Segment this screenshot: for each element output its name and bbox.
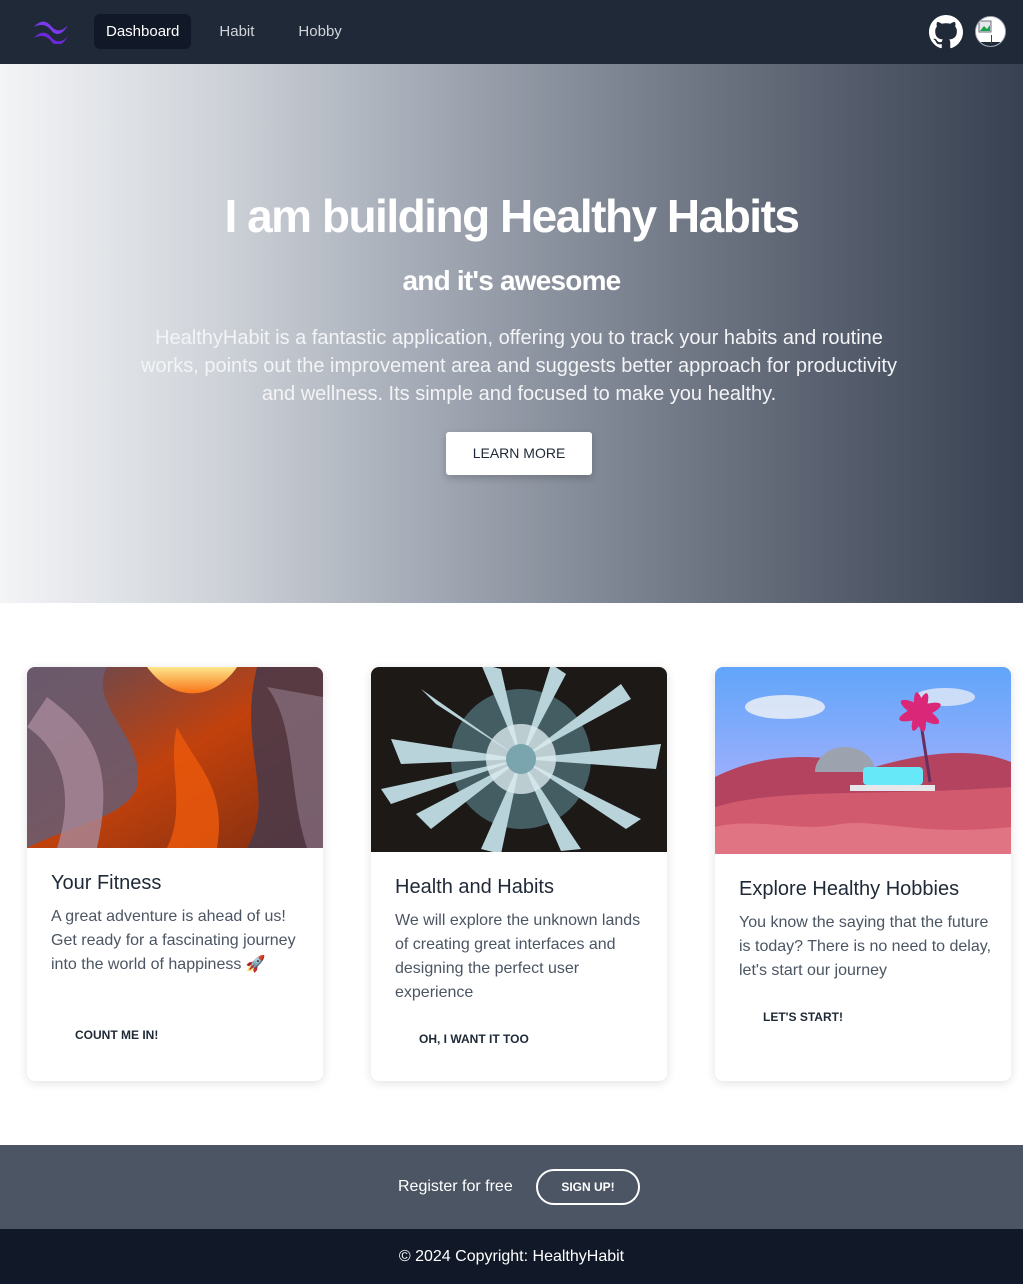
card-text: We will explore the unknown lands of cre…: [395, 912, 641, 1001]
hero-subtitle: and it's awesome: [402, 265, 622, 296]
logo-icon[interactable]: [32, 18, 70, 44]
hero-description: HealthyHabit is a fantastic application,…: [141, 327, 897, 405]
nav-link-habit[interactable]: Habit: [203, 14, 270, 49]
card-your-fitness: Your Fitness A great adventure is ahead …: [27, 667, 323, 1081]
copyright-bar: © 2024 Copyright: HealthyHabit: [0, 1229, 1023, 1284]
abstract-burst-image: [371, 667, 667, 852]
sign-up-button[interactable]: SIGN UP!: [536, 1169, 640, 1205]
oh-i-want-it-too-button[interactable]: OH, I WANT IT TOO: [395, 1023, 553, 1055]
count-me-in-button[interactable]: COUNT ME IN!: [51, 1019, 182, 1051]
avatar-placeholder-icon: [976, 17, 1005, 46]
card-title: Explore Healthy Hobbies: [739, 878, 960, 900]
hero-title: I am building Healthy Habits: [224, 190, 800, 242]
github-icon[interactable]: [929, 15, 963, 49]
canyon-image: [27, 667, 323, 848]
card-text: You know the saying that the future is t…: [739, 914, 992, 979]
lets-start-button[interactable]: LET'S START!: [739, 1001, 867, 1033]
card-text: A great adventure is ahead of us! Get re…: [51, 908, 296, 973]
card-explore-healthy-hobbies: Explore Healthy Hobbies You know the say…: [715, 667, 1011, 1081]
palm-landscape-image: [715, 667, 1011, 854]
nav-link-dashboard[interactable]: Dashboard: [94, 14, 192, 49]
card-health-and-habits: Health and Habits We will explore the un…: [371, 667, 667, 1081]
hero-section: I am building Healthy Habits and it's aw…: [0, 64, 1023, 603]
register-bar: Register for free SIGN UP!: [0, 1145, 1023, 1229]
avatar[interactable]: [975, 16, 1006, 47]
nav-link-hobby[interactable]: Hobby: [282, 14, 357, 49]
register-text: Register for free: [398, 1178, 513, 1195]
navbar: Dashboard Habit Hobby: [0, 0, 1023, 64]
learn-more-button[interactable]: LEARN MORE: [446, 432, 592, 475]
nav-links: Dashboard Habit Hobby: [94, 14, 358, 49]
copyright-text: © 2024 Copyright: HealthyHabit: [398, 1248, 625, 1265]
card-title: Your Fitness: [51, 872, 162, 894]
card-title: Health and Habits: [395, 876, 554, 898]
